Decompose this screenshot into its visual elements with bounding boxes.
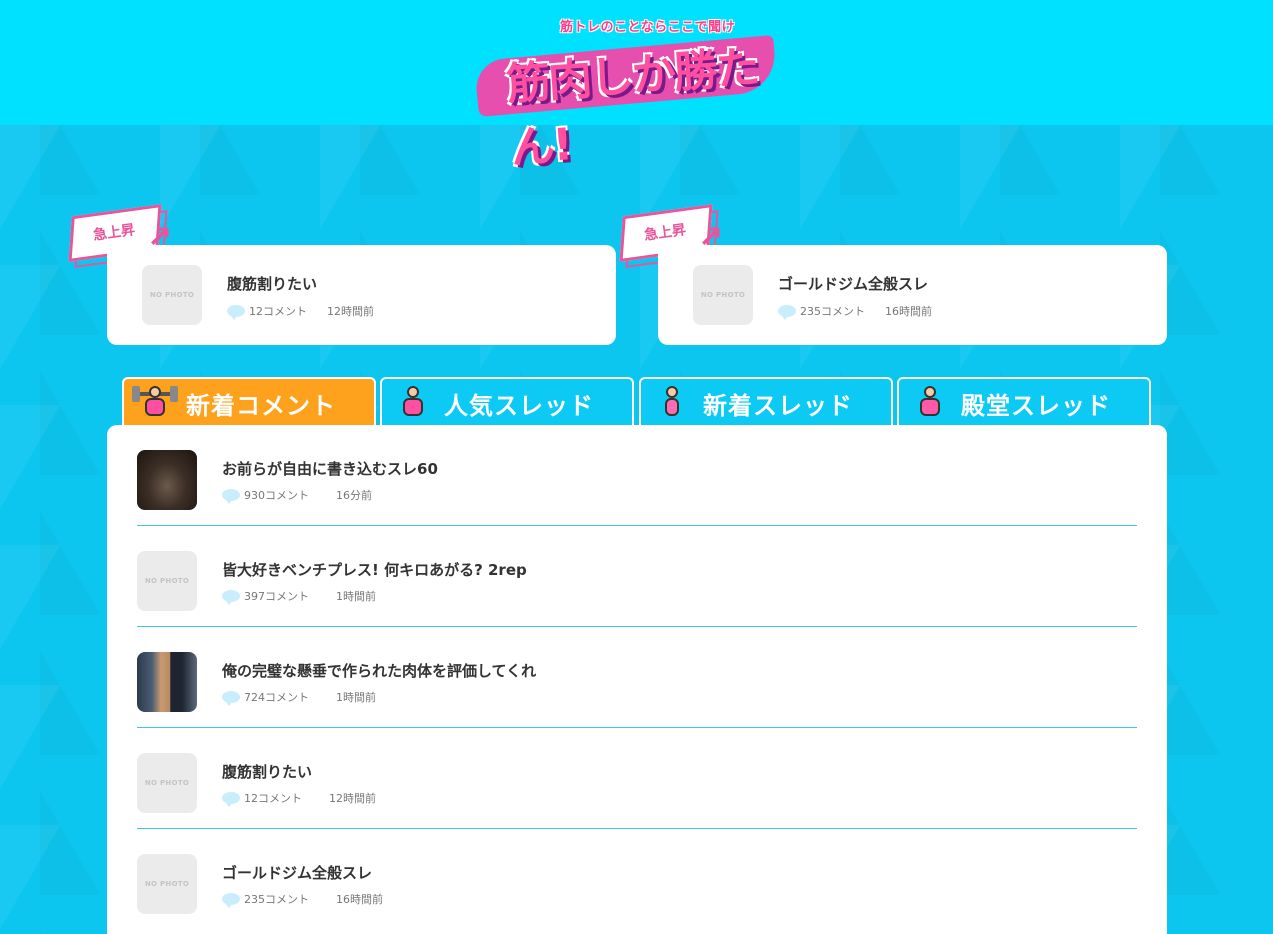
- thread-row[interactable]: NO PHOTO ゴールドジム全般スレ 235コメント 16時間前: [137, 829, 1137, 930]
- site-logo[interactable]: 筋トレのことならここで聞け 筋肉しか勝たん!: [468, 8, 808, 174]
- thread-title[interactable]: 俺の完璧な懸垂で作られた肉体を評価してくれ: [222, 660, 536, 681]
- trophy-man-icon: [907, 386, 953, 420]
- thread-meta: 235コメント 16時間前: [778, 303, 932, 320]
- thread-thumbnail: [137, 652, 197, 712]
- thread-title[interactable]: 腹筋割りたい: [227, 273, 317, 294]
- barbell-lifter-icon: [132, 386, 178, 420]
- thread-meta: 235コメント 16時間前: [222, 891, 383, 908]
- logo-tagline: 筋トレのことならここで聞け: [560, 20, 736, 35]
- comment-bubble-icon: [227, 305, 245, 320]
- comment-bubble-icon: [222, 893, 240, 908]
- comment-bubble-icon: [222, 489, 240, 504]
- comment-bubble-icon: [222, 792, 240, 807]
- tab-new-threads[interactable]: 新着スレッド: [639, 377, 893, 427]
- thread-title[interactable]: ゴールドジム全般スレ: [778, 273, 928, 294]
- logo-title: 筋肉しか勝たん!: [504, 42, 760, 175]
- tab-hall-of-fame[interactable]: 殿堂スレッド: [897, 377, 1151, 427]
- comment-count: 930コメント: [244, 489, 309, 502]
- no-photo-label: NO PHOTO: [144, 779, 190, 787]
- thread-thumbnail: [137, 450, 197, 510]
- post-time: 12時間前: [327, 305, 374, 318]
- post-time: 16分前: [336, 489, 372, 502]
- post-time: 12時間前: [329, 792, 376, 805]
- tab-label: 新着コメント: [186, 391, 336, 420]
- comment-count: 12コメント: [249, 305, 307, 318]
- thread-thumbnail: NO PHOTO: [693, 265, 753, 325]
- thread-meta: 12コメント 12時間前: [227, 303, 374, 320]
- thread-thumbnail: NO PHOTO: [137, 854, 197, 914]
- thread-meta: 724コメント 1時間前: [222, 689, 376, 706]
- thread-row[interactable]: 俺の完璧な懸垂で作られた肉体を評価してくれ 724コメント 1時間前: [137, 627, 1137, 728]
- no-photo-label: NO PHOTO: [144, 577, 190, 585]
- thread-title[interactable]: ゴールドジム全般スレ: [222, 862, 372, 883]
- comment-bubble-icon: [222, 691, 240, 706]
- no-photo-label: NO PHOTO: [149, 291, 195, 299]
- trending-card[interactable]: NO PHOTO ゴールドジム全般スレ 235コメント 16時間前: [658, 245, 1167, 345]
- comment-count: 235コメント: [244, 893, 309, 906]
- thread-title[interactable]: 腹筋割りたい: [222, 761, 312, 782]
- tab-new-comments[interactable]: 新着コメント: [122, 377, 376, 427]
- tab-label: 人気スレッド: [444, 391, 594, 420]
- thread-thumbnail: NO PHOTO: [142, 265, 202, 325]
- site-header: 筋トレのことならここで聞け 筋肉しか勝たん!: [0, 0, 1273, 174]
- thread-thumbnail: NO PHOTO: [137, 551, 197, 611]
- thread-row[interactable]: NO PHOTO 腹筋割りたい 12コメント 12時間前: [137, 728, 1137, 829]
- tab-popular-threads[interactable]: 人気スレッド: [380, 377, 634, 427]
- comment-count: 724コメント: [244, 691, 309, 704]
- post-time: 16時間前: [885, 305, 932, 318]
- flexing-man-icon: [390, 386, 436, 420]
- thread-meta: 12コメント 12時間前: [222, 790, 376, 807]
- thread-row[interactable]: NO PHOTO 皆大好きベンチプレス! 何キロあがる? 2rep 397コメン…: [137, 526, 1137, 627]
- post-time: 1時間前: [336, 590, 376, 603]
- thread-row[interactable]: お前らが自由に書き込むスレ60 930コメント 16分前: [137, 425, 1137, 526]
- thread-thumbnail: NO PHOTO: [137, 753, 197, 813]
- comment-bubble-icon: [222, 590, 240, 605]
- comment-count: 12コメント: [244, 792, 302, 805]
- thread-list-panel: お前らが自由に書き込むスレ60 930コメント 16分前 NO PHOTO 皆大…: [107, 425, 1167, 934]
- comment-bubble-icon: [778, 305, 796, 320]
- thread-meta: 397コメント 1時間前: [222, 588, 376, 605]
- comment-count: 235コメント: [800, 305, 865, 318]
- comment-count: 397コメント: [244, 590, 309, 603]
- no-photo-label: NO PHOTO: [144, 880, 190, 888]
- post-time: 16時間前: [336, 893, 383, 906]
- thread-meta: 930コメント 16分前: [222, 487, 372, 504]
- thread-title[interactable]: 皆大好きベンチプレス! 何キロあがる? 2rep: [222, 559, 527, 580]
- no-photo-label: NO PHOTO: [700, 291, 746, 299]
- trending-card[interactable]: NO PHOTO 腹筋割りたい 12コメント 12時間前: [107, 245, 616, 345]
- tab-label: 新着スレッド: [703, 391, 853, 420]
- tab-label: 殿堂スレッド: [961, 391, 1111, 420]
- thread-title[interactable]: お前らが自由に書き込むスレ60: [222, 458, 438, 479]
- post-time: 1時間前: [336, 691, 376, 704]
- runner-icon: [649, 386, 695, 420]
